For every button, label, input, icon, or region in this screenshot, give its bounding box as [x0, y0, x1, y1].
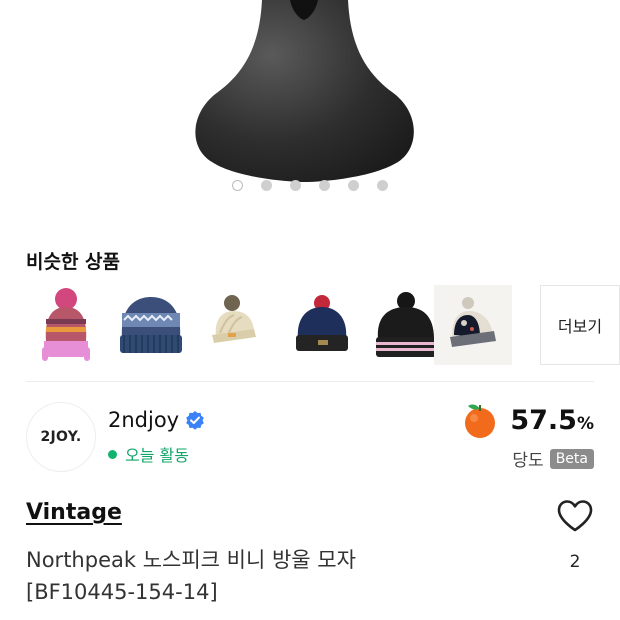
similar-item[interactable]	[26, 285, 104, 365]
product-title: Northpeak 노스피크 비니 방울 모자 [BF10445-154-14]	[26, 544, 486, 608]
online-dot-icon	[108, 449, 117, 459]
like-count: 2	[569, 552, 581, 572]
score-value-text: 57.5%	[510, 405, 594, 436]
gallery-dot[interactable]	[232, 180, 243, 191]
score-label: 당도	[512, 451, 544, 471]
blue-fair-isle-beanie-image	[120, 297, 182, 353]
orange-fruit-icon	[465, 404, 496, 438]
brand-link[interactable]: Vintage	[26, 500, 122, 525]
more-similar-button[interactable]: 더보기	[540, 285, 620, 365]
score-label-row: 당도 Beta	[512, 446, 594, 471]
product-code: [BF10445-154-14]	[26, 580, 218, 604]
beta-badge: Beta	[549, 448, 594, 469]
navy-pompom-beanie-image	[296, 295, 348, 351]
section-divider	[26, 381, 594, 382]
gallery-dot[interactable]	[348, 180, 359, 191]
product-image[interactable]	[0, 0, 620, 200]
similar-products-title: 비슷한 상품	[26, 251, 121, 273]
product-name: Northpeak 노스피크 비니 방울 모자	[26, 548, 356, 572]
seller-avatar[interactable]: 2JOY.	[26, 402, 96, 472]
gallery-dot[interactable]	[290, 180, 301, 191]
cream-knit-beanie-image	[212, 295, 256, 343]
verified-badge-icon	[186, 411, 204, 430]
score-number: 57.5	[510, 404, 577, 436]
similar-item[interactable]	[198, 285, 276, 365]
seller-name-row[interactable]: 2ndjoy	[108, 408, 205, 432]
similar-item[interactable]	[434, 285, 512, 365]
similar-item[interactable]	[112, 285, 190, 365]
seller-name[interactable]: 2ndjoy	[108, 408, 179, 432]
gallery-dot[interactable]	[319, 180, 330, 191]
seller-status-text: 오늘 활동	[125, 446, 189, 465]
sweetness-score[interactable]: 57.5%	[460, 400, 594, 440]
like-heart-icon[interactable]	[556, 499, 594, 533]
similar-item[interactable]	[284, 285, 362, 365]
score-unit: %	[576, 413, 594, 434]
pink-striped-beanie-image	[42, 288, 90, 361]
black-patterned-beanie-image	[450, 297, 496, 347]
gallery-dot[interactable]	[377, 180, 388, 191]
gallery-pagination[interactable]	[0, 180, 620, 194]
similar-products-list: 더보기	[26, 285, 620, 365]
seller-status: 오늘 활동	[108, 442, 189, 466]
product-photo	[195, 0, 414, 182]
gallery-dot[interactable]	[261, 180, 272, 191]
